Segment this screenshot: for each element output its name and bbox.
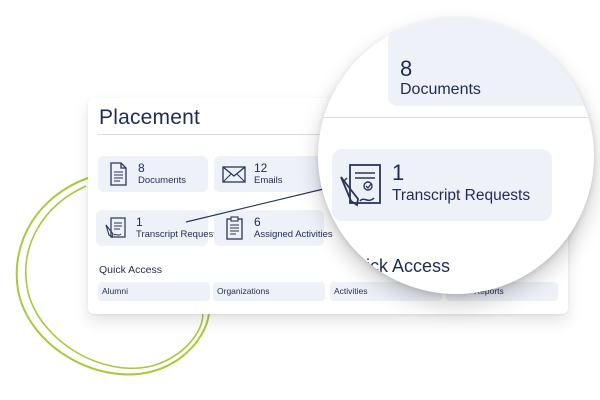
magnified-transcript-requests-label: Transcript Requests [392,187,531,204]
document-icon [110,162,127,186]
quick-access-alumni[interactable]: Alumni [98,282,210,301]
assigned-activities-label: Assigned Activities [254,229,333,240]
transcript-icon [340,164,381,207]
magnified-documents-count: 8 [400,56,413,81]
transcript-requests-label: Transcript Requests [136,229,221,240]
documents-tile[interactable]: 8 Documents [98,156,208,192]
emails-label: Emails [254,175,283,186]
magnified-divider [318,117,594,118]
assigned-activities-count: 6 [254,215,261,229]
emails-tile[interactable]: 12 Emails [214,156,324,192]
magnifier-lens: 8 Documents 1 Transcript Requests Quick … [318,18,594,294]
transcript-icon [105,217,126,238]
documents-label: Documents [138,175,187,186]
emails-count: 12 [254,161,268,175]
magnified-transcript-requests-tile[interactable]: 1 Transcript Requests [332,149,552,221]
magnified-quick-access-heading: Quick Access [342,256,451,276]
clipboard-icon [226,216,243,240]
quick-access-heading: Quick Access [99,264,163,276]
envelope-icon [222,166,246,183]
magnified-transcript-requests-count: 1 [392,160,405,185]
magnified-documents-label: Documents [400,81,481,98]
page-title: Placement [99,106,201,129]
documents-count: 8 [138,161,145,175]
assigned-activities-tile[interactable]: 6 Assigned Activities [214,210,333,246]
transcript-requests-tile[interactable]: 1 Transcript Requests [96,210,221,246]
transcript-requests-count: 1 [136,215,143,229]
quick-access-organizations[interactable]: Organizations [213,282,325,301]
